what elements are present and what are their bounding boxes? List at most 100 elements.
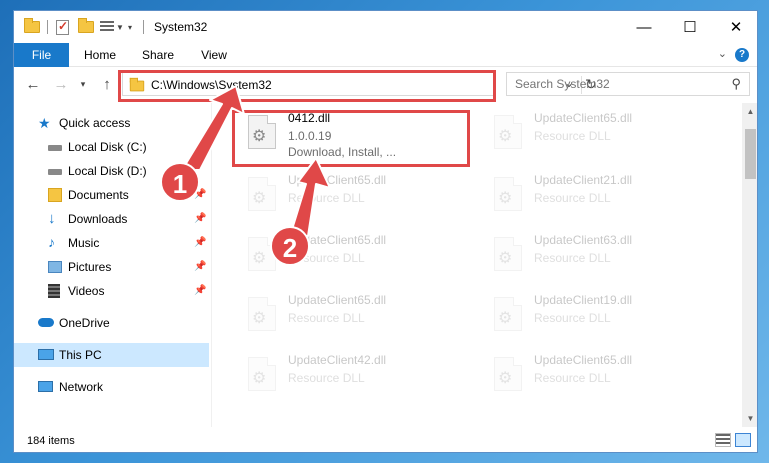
pictures-icon xyxy=(48,261,62,273)
documents-icon xyxy=(48,188,62,202)
sidebar-item-local-disk-c[interactable]: Local Disk (C:) xyxy=(14,135,209,159)
status-bar: 184 items xyxy=(14,427,757,452)
navigation-pane: ★ Quick access Local Disk (C:) Local Dis… xyxy=(14,103,211,427)
file-name: UpdateClient19.dll xyxy=(534,293,633,307)
cloud-icon xyxy=(38,318,54,327)
close-button[interactable]: ✕ xyxy=(713,11,757,43)
pin-icon[interactable]: 📌 xyxy=(194,237,206,248)
file-name: UpdateClient65.dll xyxy=(534,111,633,125)
file-name: UpdateClient63.dll xyxy=(534,233,633,247)
title-bar: ▼ ▾ System32 — ☐ ✕ xyxy=(14,11,757,43)
file-highlight xyxy=(232,110,470,167)
file-name: UpdateClient21.dll xyxy=(534,173,633,187)
file-description: Resource DLL xyxy=(534,311,611,325)
dll-file-icon xyxy=(494,357,522,391)
help-icon[interactable]: ? xyxy=(735,48,749,62)
dll-file-icon xyxy=(494,115,522,149)
file-item[interactable]: UpdateClient65.dll Resource DLL xyxy=(236,289,470,345)
expand-ribbon-icon[interactable]: ⌄ xyxy=(718,47,727,60)
file-item[interactable]: UpdateClient63.dll Resource DLL xyxy=(482,229,716,285)
download-arrow-icon: ↓ xyxy=(48,210,56,227)
file-item[interactable]: UpdateClient65.dll Resource DLL xyxy=(482,349,716,405)
item-count: 184 items xyxy=(27,435,75,447)
scroll-down-arrow-icon[interactable]: ▼ xyxy=(742,410,757,427)
sidebar-item-onedrive[interactable]: OneDrive xyxy=(14,311,209,335)
star-icon: ★ xyxy=(38,115,51,131)
pin-icon[interactable]: 📌 xyxy=(194,285,206,296)
file-name: UpdateClient65.dll xyxy=(288,293,387,307)
sidebar-item-quick-access[interactable]: ★ Quick access xyxy=(14,111,209,135)
sidebar-item-pictures[interactable]: Pictures 📌 xyxy=(14,255,209,279)
address-bar-highlight xyxy=(118,70,496,102)
recent-locations-button[interactable]: ▾ xyxy=(72,73,94,95)
properties-icon[interactable] xyxy=(56,18,69,36)
file-description: Resource DLL xyxy=(534,129,611,143)
maximize-button[interactable]: ☐ xyxy=(667,11,713,43)
file-item[interactable]: UpdateClient42.dll Resource DLL xyxy=(236,349,470,405)
step-1-badge: 1 xyxy=(160,162,200,202)
minimize-button[interactable]: — xyxy=(621,11,667,43)
sidebar-item-label: OneDrive xyxy=(59,316,110,330)
sidebar-item-label: Documents xyxy=(68,188,129,202)
up-button[interactable]: ↑ xyxy=(96,73,118,95)
sidebar-item-downloads[interactable]: ↓ Downloads 📌 xyxy=(14,207,209,231)
scrollbar-thumb[interactable] xyxy=(745,129,756,179)
sidebar-item-label: Local Disk (C:) xyxy=(68,140,147,154)
chevron-down-icon[interactable]: ▼ xyxy=(116,18,124,36)
file-name: UpdateClient42.dll xyxy=(288,353,387,367)
forward-button[interactable]: → xyxy=(50,73,72,95)
details-view-icon[interactable] xyxy=(715,433,731,447)
scroll-up-arrow-icon[interactable]: ▲ xyxy=(742,103,757,120)
pin-icon[interactable]: 📌 xyxy=(194,213,206,224)
tab-view[interactable]: View xyxy=(190,43,238,67)
separator xyxy=(47,18,48,36)
file-description: Resource DLL xyxy=(288,371,365,385)
file-item[interactable]: UpdateClient19.dll Resource DLL xyxy=(482,289,716,345)
file-description: Resource DLL xyxy=(534,191,611,205)
sidebar-item-this-pc[interactable]: This PC xyxy=(14,343,209,367)
sidebar-item-label: Quick access xyxy=(59,116,131,130)
separator xyxy=(143,18,144,36)
monitor-icon xyxy=(38,349,54,360)
sidebar-item-label: Network xyxy=(59,380,104,394)
file-description: Resource DLL xyxy=(288,311,365,325)
network-icon xyxy=(38,381,53,392)
sidebar-item-label: Music xyxy=(68,236,100,250)
film-icon xyxy=(48,284,60,298)
file-name: UpdateClient65.dll xyxy=(288,173,387,187)
dll-file-icon xyxy=(494,177,522,211)
drive-icon xyxy=(48,145,62,151)
tab-home[interactable]: Home xyxy=(76,43,124,67)
window-title: System32 xyxy=(154,20,208,34)
file-item[interactable]: UpdateClient21.dll Resource DLL xyxy=(482,169,716,225)
file-description: Resource DLL xyxy=(288,191,365,205)
sidebar-item-label: Downloads xyxy=(68,212,128,226)
search-input[interactable] xyxy=(507,73,717,95)
sidebar-item-label: This PC xyxy=(59,348,102,362)
view-icon[interactable] xyxy=(100,18,114,36)
sidebar-item-network[interactable]: Network xyxy=(14,375,209,399)
vertical-scrollbar[interactable]: ▲ ▼ xyxy=(742,103,757,427)
customize-quick-access-icon[interactable]: ▾ xyxy=(128,18,132,36)
sidebar-item-label: Pictures xyxy=(68,260,112,274)
dll-file-icon xyxy=(248,357,276,391)
file-item[interactable]: UpdateClient65.dll Resource DLL xyxy=(482,107,716,163)
large-icons-view-icon[interactable] xyxy=(735,433,751,447)
file-description: Resource DLL xyxy=(534,371,611,385)
file-item[interactable]: UpdateClient65.dll Resource DLL xyxy=(236,169,470,225)
search-box[interactable]: ⚲ xyxy=(506,72,750,96)
folder-icon[interactable] xyxy=(24,18,40,36)
tab-share[interactable]: Share xyxy=(134,43,182,67)
sidebar-item-videos[interactable]: Videos 📌 xyxy=(14,279,209,303)
search-icon[interactable]: ⚲ xyxy=(731,76,741,92)
dll-file-icon xyxy=(494,297,522,331)
back-button[interactable]: ← xyxy=(22,73,44,95)
drive-icon xyxy=(48,169,62,175)
step-2-badge: 2 xyxy=(270,226,310,266)
sidebar-item-music[interactable]: ♪ Music 📌 xyxy=(14,231,209,255)
new-folder-icon[interactable] xyxy=(78,18,94,36)
sidebar-item-label: Local Disk (D:) xyxy=(68,164,147,178)
pin-icon[interactable]: 📌 xyxy=(194,261,206,272)
file-description: Resource DLL xyxy=(534,251,611,265)
dll-file-icon xyxy=(248,177,276,211)
